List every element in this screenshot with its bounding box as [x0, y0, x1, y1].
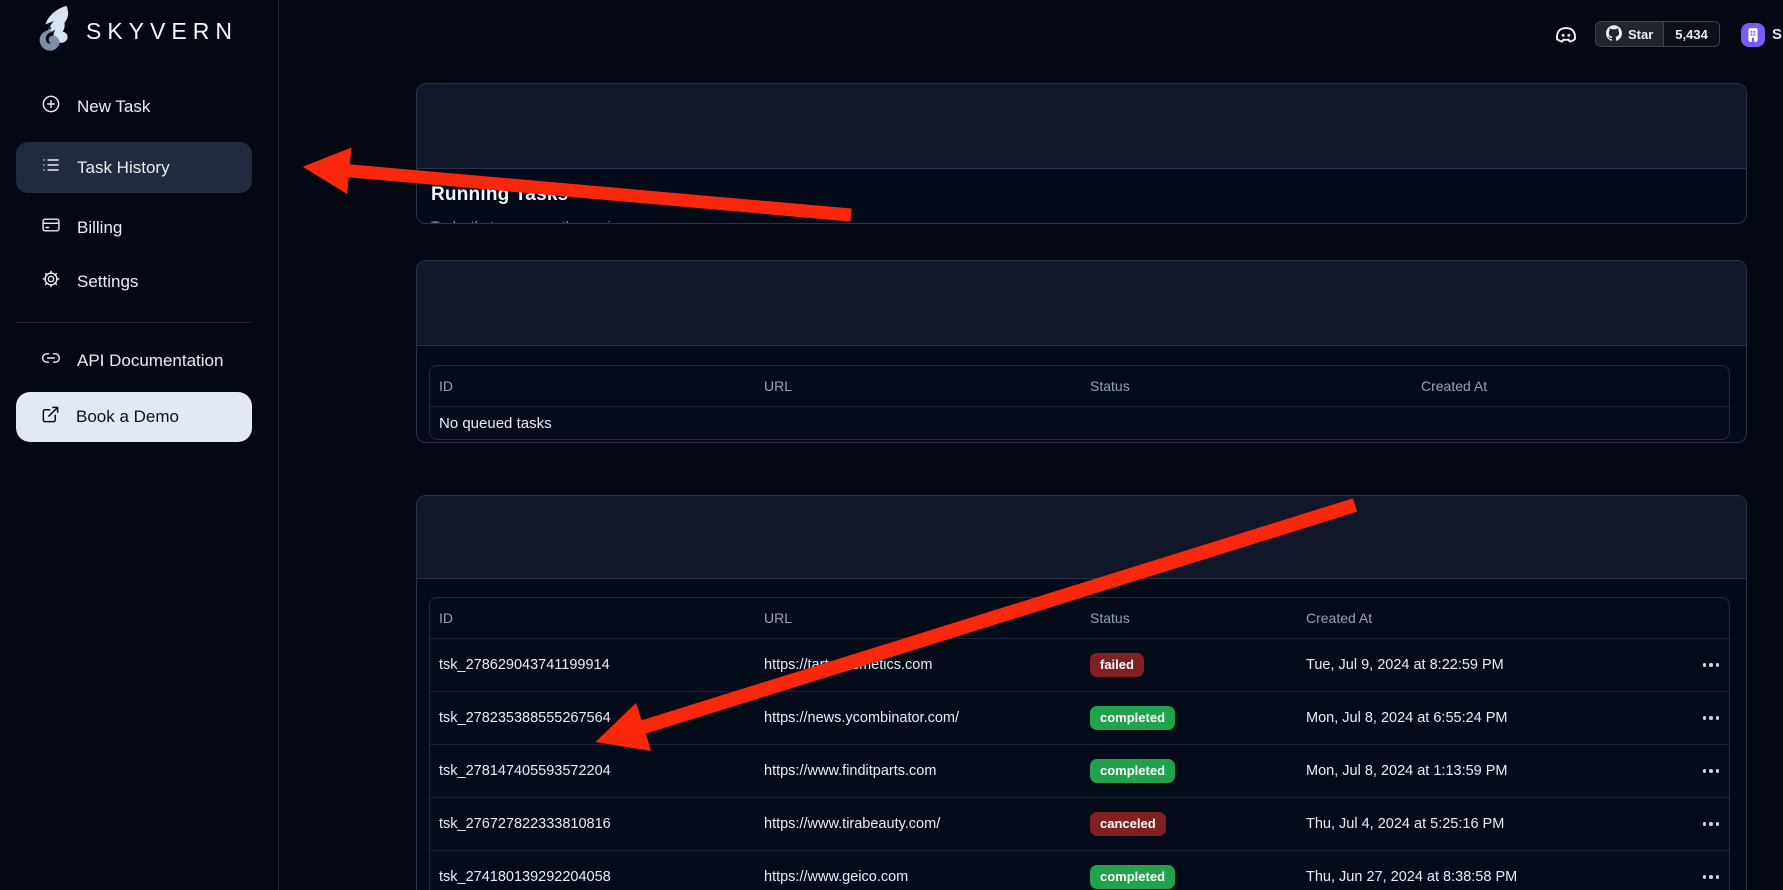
task-id: tsk_278235388555267564	[439, 692, 611, 744]
column-header-url: URL	[764, 598, 792, 638]
github-star-label: Star	[1628, 27, 1653, 42]
column-header-id: ID	[439, 598, 453, 638]
sidebar-item-billing[interactable]: Billing	[16, 202, 252, 253]
column-header-created-at: Created At	[1306, 598, 1372, 638]
github-star-widget[interactable]: Star 5,434	[1595, 21, 1720, 47]
column-header-status: Status	[1090, 366, 1130, 406]
sidebar-item-label: New Task	[77, 97, 150, 117]
book-a-demo-label: Book a Demo	[76, 407, 179, 427]
column-header-url: URL	[764, 366, 792, 406]
status-badge: completed	[1090, 865, 1175, 889]
queued-tasks-table-header: ID URL Status Created At	[430, 366, 1729, 406]
task-history-table: ID URL Status Created At tsk_27862904374…	[429, 597, 1730, 890]
avatar[interactable]	[1741, 23, 1765, 47]
task-url: https://tartecosmetics.com	[764, 639, 932, 691]
task-id: tsk_278629043741199914	[439, 639, 610, 691]
sidebar-item-label: API Documentation	[77, 351, 223, 371]
task-created-at: Thu, Jul 4, 2024 at 5:25:16 PM	[1306, 798, 1504, 850]
task-created-at: Mon, Jul 8, 2024 at 6:55:24 PM	[1306, 692, 1508, 744]
running-tasks-card-header: Running Tasks Tasks that are currently r…	[417, 84, 1746, 169]
book-a-demo-button[interactable]: Book a Demo	[16, 392, 252, 442]
plus-circle-icon	[41, 94, 61, 119]
brand-name: SKYVERN	[86, 18, 238, 45]
queued-tasks-table: ID URL Status Created At No queued tasks	[429, 365, 1730, 440]
task-url: https://www.geico.com	[764, 851, 908, 890]
task-id: tsk_274180139292204058	[439, 851, 611, 890]
task-row[interactable]: tsk_278147405593572204 https://www.findi…	[430, 744, 1729, 797]
column-header-created-at: Created At	[1421, 366, 1487, 406]
user-name-clipped: S	[1772, 26, 1782, 43]
task-history-card-header: Task History Tasks you have run previous…	[417, 496, 1746, 579]
discord-icon[interactable]	[1553, 22, 1579, 48]
sidebar-item-label: Task History	[77, 158, 170, 178]
task-row[interactable]: tsk_278629043741199914 https://tartecosm…	[430, 638, 1729, 691]
gear-icon	[41, 269, 61, 294]
github-icon	[1606, 25, 1622, 44]
queued-tasks-card-header: Queued Tasks Tasks that are waiting to r…	[417, 261, 1746, 346]
row-actions-ellipsis-icon[interactable]	[1691, 851, 1730, 890]
external-link-icon	[41, 405, 60, 429]
sidebar-item-new-task[interactable]: New Task	[16, 81, 252, 132]
task-id: tsk_278147405593572204	[439, 745, 611, 797]
app-window: SKYVERN New Task Task History	[0, 0, 1783, 890]
task-url: https://news.ycombinator.com/	[764, 692, 959, 744]
sidebar-item-label: Settings	[77, 272, 138, 292]
row-actions-ellipsis-icon[interactable]	[1691, 745, 1730, 797]
task-row[interactable]: tsk_274180139292204058 https://www.geico…	[430, 850, 1729, 890]
status-badge: failed	[1090, 653, 1144, 677]
sidebar-item-task-history[interactable]: Task History	[16, 142, 252, 193]
task-created-at: Thu, Jun 27, 2024 at 8:38:58 PM	[1306, 851, 1517, 890]
sidebar: SKYVERN New Task Task History	[0, 0, 279, 890]
column-header-id: ID	[439, 366, 453, 406]
task-url: https://www.tirabeauty.com/	[764, 798, 940, 850]
sidebar-item-api-documentation[interactable]: API Documentation	[16, 335, 252, 386]
task-row[interactable]: tsk_278235388555267564 https://news.ycom…	[430, 691, 1729, 744]
row-actions-ellipsis-icon[interactable]	[1691, 798, 1730, 850]
status-badge: completed	[1090, 706, 1175, 730]
queued-tasks-empty-row: No queued tasks	[430, 406, 1729, 440]
link-icon	[41, 348, 61, 373]
row-actions-ellipsis-icon[interactable]	[1691, 692, 1730, 744]
status-badge: canceled	[1090, 812, 1166, 836]
column-header-status: Status	[1090, 598, 1130, 638]
running-tasks-card: Running Tasks Tasks that are currently r…	[416, 83, 1747, 224]
task-created-at: Mon, Jul 8, 2024 at 1:13:59 PM	[1306, 745, 1508, 797]
running-tasks-subtitle: Tasks that are currently running	[431, 218, 626, 224]
skyvern-dragon-icon	[30, 4, 74, 59]
task-url: https://www.finditparts.com	[764, 745, 936, 797]
list-icon	[41, 155, 61, 180]
row-actions-ellipsis-icon[interactable]	[1691, 639, 1730, 691]
task-history-table-header: ID URL Status Created At	[430, 598, 1729, 638]
task-created-at: Tue, Jul 9, 2024 at 8:22:59 PM	[1306, 639, 1504, 691]
brand-logo[interactable]: SKYVERN	[30, 5, 260, 57]
sidebar-item-settings[interactable]: Settings	[16, 256, 252, 307]
task-id: tsk_276727822333810816	[439, 798, 611, 850]
task-row[interactable]: tsk_276727822333810816 https://www.tirab…	[430, 797, 1729, 850]
running-tasks-title: Running Tasks	[431, 184, 568, 206]
credit-card-icon	[41, 215, 61, 240]
queued-tasks-empty-state: No queued tasks	[439, 407, 552, 440]
github-star-count: 5,434	[1663, 22, 1719, 46]
status-badge: completed	[1090, 759, 1175, 783]
sidebar-item-label: Billing	[77, 218, 122, 238]
sidebar-divider	[16, 322, 252, 323]
